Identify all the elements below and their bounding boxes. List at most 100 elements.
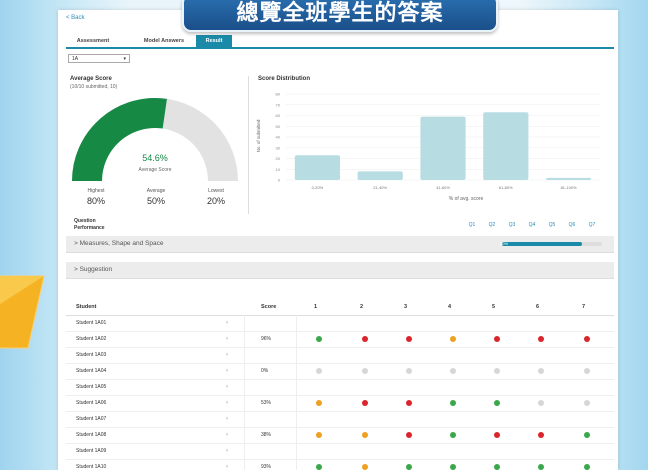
section-suggestion[interactable]: > Suggestion	[66, 262, 614, 279]
answer-status-dot[interactable]	[362, 400, 368, 406]
row-arrow-icon[interactable]: ›	[226, 315, 228, 331]
row-arrow-icon[interactable]: ›	[226, 411, 228, 427]
student-name: Student 1A03	[76, 352, 107, 358]
answer-status-dot[interactable]	[316, 464, 322, 470]
x-tick-label: 21-40%	[373, 185, 387, 190]
table-row[interactable]: Student 1A04 › 0%	[66, 363, 614, 380]
question-label[interactable]: Q6	[566, 222, 578, 228]
row-arrow-icon[interactable]: ›	[226, 427, 228, 443]
table-row[interactable]: Student 1A07 ›	[66, 411, 614, 428]
table-row[interactable]: Student 1A01 ›	[66, 315, 614, 332]
section-suggestion-label: > Suggestion	[74, 266, 113, 273]
answer-status-dot[interactable]	[316, 400, 322, 406]
answer-status-dot[interactable]	[450, 432, 456, 438]
student-score: 96%	[261, 336, 272, 342]
section-measures[interactable]: > Measures, Shape and Space 80%	[66, 236, 614, 253]
stat-highest: Highest 80%	[76, 188, 116, 206]
answer-status-dot[interactable]	[316, 368, 322, 374]
answer-status-dot[interactable]	[494, 336, 500, 342]
class-select[interactable]: 1A ▾	[68, 54, 130, 63]
header-score: Score	[261, 304, 277, 310]
answer-status-dot[interactable]	[538, 432, 544, 438]
table-row[interactable]: Student 1A05 ›	[66, 379, 614, 396]
answer-status-dot[interactable]	[494, 432, 500, 438]
answer-status-dot[interactable]	[406, 368, 412, 374]
table-row[interactable]: Student 1A08 › 38%	[66, 427, 614, 444]
question-label[interactable]: Q1	[466, 222, 478, 228]
answer-status-dot[interactable]	[450, 368, 456, 374]
answer-status-dot[interactable]	[584, 432, 590, 438]
question-label[interactable]: Q7	[586, 222, 598, 228]
answer-status-dot[interactable]	[406, 432, 412, 438]
table-row[interactable]: Student 1A02 › 96%	[66, 331, 614, 348]
question-label[interactable]: Q5	[546, 222, 558, 228]
section-progress-bar: 80%	[500, 241, 602, 246]
answer-status-dot[interactable]	[316, 336, 322, 342]
y-tick-label: 10	[276, 167, 281, 172]
answer-status-dot[interactable]	[316, 432, 322, 438]
row-arrow-icon[interactable]: ›	[226, 459, 228, 470]
answer-status-dot[interactable]	[406, 336, 412, 342]
question-label[interactable]: Q3	[506, 222, 518, 228]
answer-status-dot[interactable]	[450, 336, 456, 342]
y-tick-label: 50	[276, 124, 281, 129]
tab-assessment[interactable]: Assessment	[72, 35, 114, 47]
answer-status-dot[interactable]	[362, 336, 368, 342]
header-question: 1	[314, 304, 318, 310]
student-score: 93%	[261, 464, 272, 470]
column-separator	[296, 395, 297, 411]
answer-status-dot[interactable]	[584, 336, 590, 342]
answer-status-dot[interactable]	[538, 464, 544, 470]
tab-model-answers[interactable]: Model Answers	[136, 35, 192, 47]
row-arrow-icon[interactable]: ›	[226, 443, 228, 459]
question-label[interactable]: Q4	[526, 222, 538, 228]
submitted-count: (10/10 submitted, 10)	[70, 84, 118, 90]
score-distribution-chart: 0 10 20 30 40 50 60 70 80 0-20% 21-40% 41-60% 61-80…	[256, 92, 600, 202]
answer-status-dot[interactable]	[494, 400, 500, 406]
answer-status-dot[interactable]	[494, 464, 500, 470]
answer-status-dot[interactable]	[584, 400, 590, 406]
row-arrow-icon[interactable]: ›	[226, 395, 228, 411]
answer-status-dot[interactable]	[450, 400, 456, 406]
answer-status-dot[interactable]	[538, 368, 544, 374]
tab-result[interactable]: Result	[196, 35, 232, 47]
column-separator	[296, 331, 297, 347]
column-separator	[244, 459, 245, 470]
distribution-bar	[483, 112, 529, 180]
answer-status-dot[interactable]	[584, 464, 590, 470]
table-row[interactable]: Student 1A09 ›	[66, 443, 614, 460]
answer-status-dot[interactable]	[362, 464, 368, 470]
column-separator	[244, 379, 245, 395]
back-link[interactable]: < Back	[66, 15, 85, 21]
row-arrow-icon[interactable]: ›	[226, 379, 228, 395]
decorative-arrow	[0, 268, 50, 358]
answer-status-dot[interactable]	[538, 400, 544, 406]
distribution-bar	[545, 177, 592, 180]
answer-status-dot[interactable]	[406, 400, 412, 406]
column-separator	[296, 347, 297, 363]
answer-status-dot[interactable]	[538, 336, 544, 342]
answer-status-dot[interactable]	[362, 432, 368, 438]
y-tick-label: 20	[276, 156, 281, 161]
column-separator	[296, 427, 297, 443]
column-separator	[296, 443, 297, 459]
average-percent: 54.6%	[142, 153, 168, 163]
answer-status-dot[interactable]	[406, 464, 412, 470]
row-arrow-icon[interactable]: ›	[226, 363, 228, 379]
row-arrow-icon[interactable]: ›	[226, 347, 228, 363]
table-row[interactable]: Student 1A10 › 93%	[66, 459, 614, 470]
answer-status-dot[interactable]	[450, 464, 456, 470]
column-separator	[296, 411, 297, 427]
column-separator	[296, 459, 297, 470]
answer-status-dot[interactable]	[584, 368, 590, 374]
answer-status-dot[interactable]	[494, 368, 500, 374]
table-row[interactable]: Student 1A03 ›	[66, 347, 614, 364]
answer-status-dot[interactable]	[362, 368, 368, 374]
header-question: 4	[448, 304, 452, 310]
header-question: 5	[492, 304, 496, 310]
student-score: 0%	[261, 368, 269, 374]
question-performance-line1: Question	[74, 218, 96, 224]
row-arrow-icon[interactable]: ›	[226, 331, 228, 347]
table-row[interactable]: Student 1A06 › 53%	[66, 395, 614, 412]
question-label[interactable]: Q2	[486, 222, 498, 228]
